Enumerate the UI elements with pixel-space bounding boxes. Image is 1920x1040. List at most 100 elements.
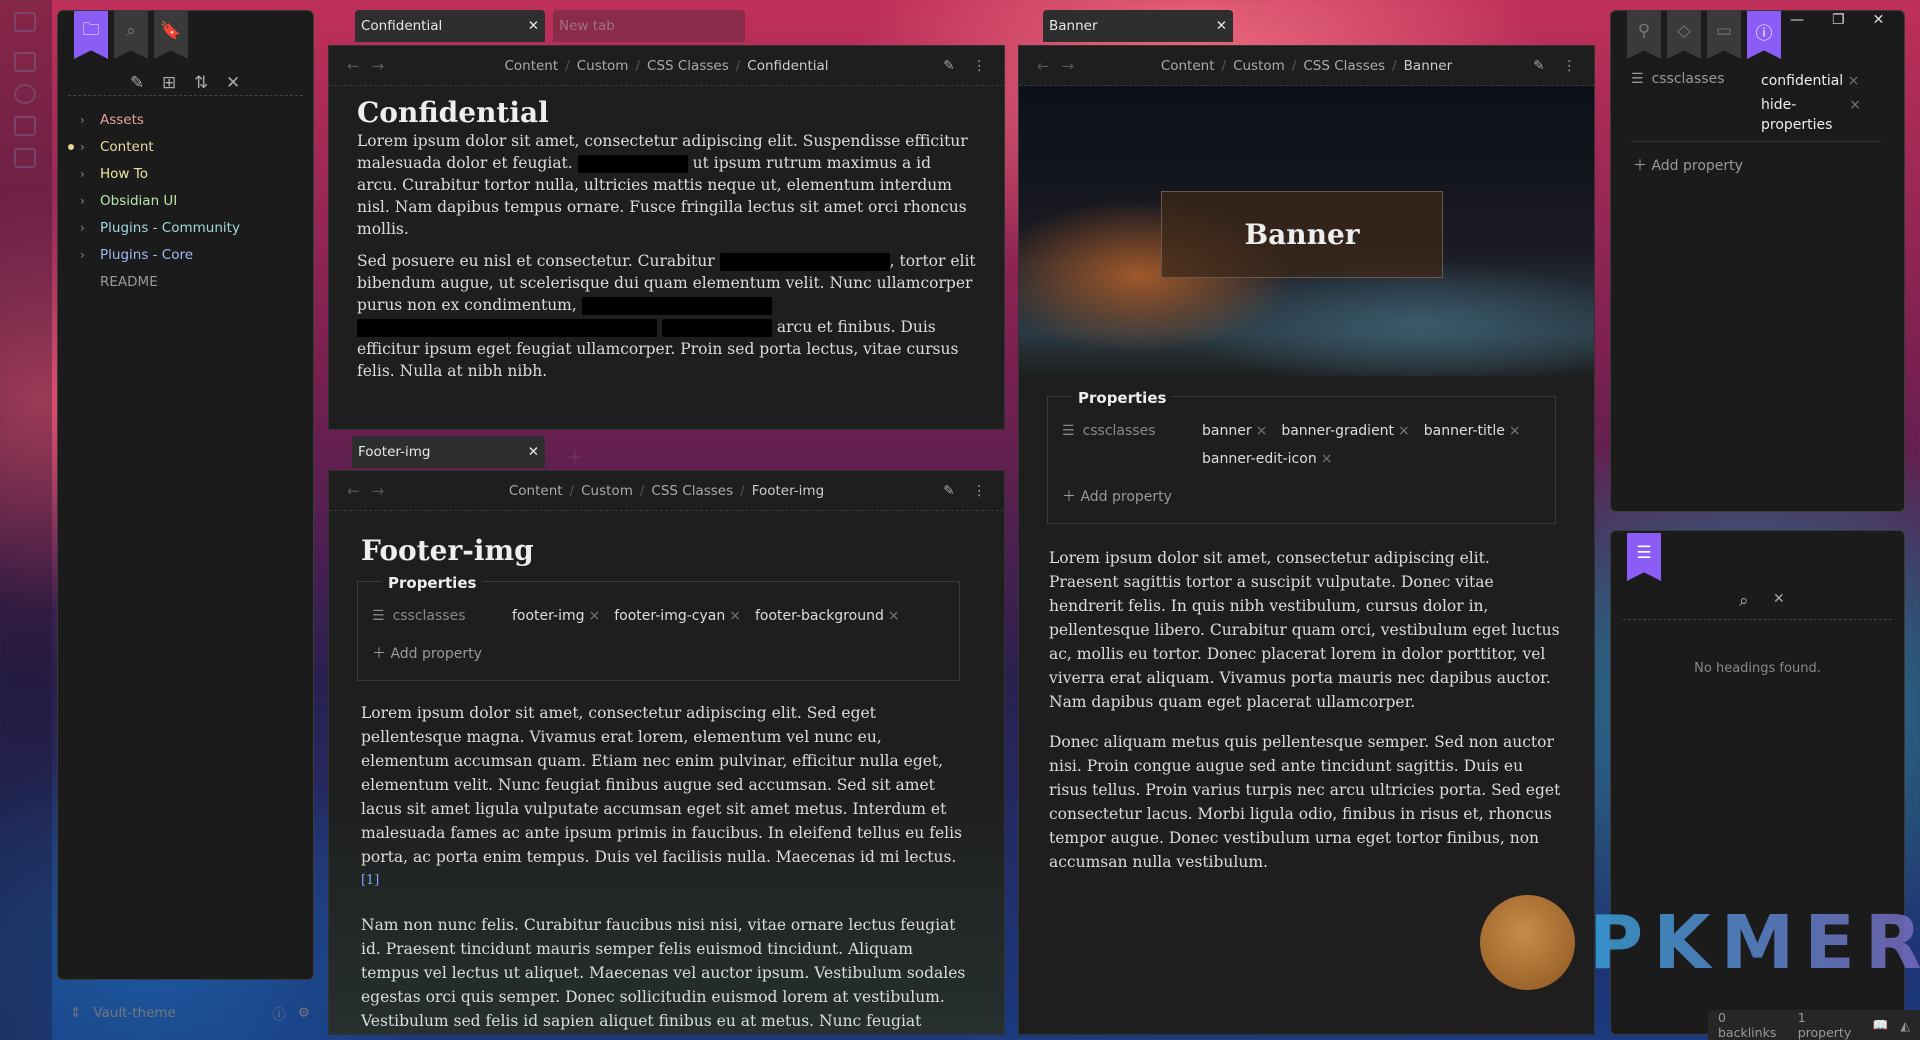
add-property-button[interactable]: ＋ Add property <box>1062 479 1541 515</box>
property-row[interactable]: ☰ cssclasses footer-img × footer-img-cyan × f… <box>372 596 945 636</box>
vault-switcher[interactable]: ⇕ Vault-theme ⓘ ⚙ <box>70 1003 310 1023</box>
close-icon[interactable]: ✕ <box>528 18 539 34</box>
breadcrumb-item[interactable]: Banner <box>1404 58 1453 74</box>
back-forward-icon[interactable]: ←→ <box>347 482 396 500</box>
property-pill[interactable]: banner-title × <box>1424 419 1521 443</box>
calendar-icon[interactable] <box>14 148 36 168</box>
edit-icon[interactable]: ✎ <box>943 483 954 499</box>
property-pill[interactable]: banner × <box>1202 419 1267 443</box>
new-tab-plus-icon[interactable]: ＋ <box>566 444 584 470</box>
breadcrumb-item[interactable]: Content <box>504 58 558 74</box>
close-window-icon[interactable]: ✕ <box>1873 12 1885 28</box>
more-icon[interactable]: ⋮ <box>1563 58 1577 74</box>
remove-icon[interactable]: × <box>1321 451 1333 467</box>
breadcrumb-item[interactable]: CSS Classes <box>651 483 733 499</box>
tab-footer-img[interactable]: Footer-img ✕ <box>352 436 545 468</box>
breadcrumb-item[interactable]: Custom <box>577 58 629 74</box>
graph-icon[interactable] <box>14 84 36 104</box>
tree-item[interactable]: README <box>80 268 240 295</box>
backlinks-count[interactable]: 0 backlinks <box>1718 1010 1786 1040</box>
restore-icon[interactable]: ❐ <box>1832 12 1845 28</box>
chevron-right-icon[interactable]: › <box>80 194 92 208</box>
info-icon[interactable]: ⓘ <box>1747 11 1781 59</box>
property-pill[interactable]: footer-img × <box>512 604 600 628</box>
add-property-button[interactable]: ＋ Add property <box>372 636 945 672</box>
property-pill[interactable]: banner-edit-icon × <box>1202 447 1332 471</box>
chevron-right-icon[interactable]: › <box>80 167 92 181</box>
tree-item[interactable]: › Plugins - Community <box>80 214 240 241</box>
sync-icon[interactable]: ◭ <box>1900 1018 1910 1033</box>
bookmark-icon[interactable]: 🔖 <box>154 11 188 59</box>
breadcrumb-item[interactable]: Confidential <box>747 58 828 74</box>
property-pill[interactable]: footer-background × <box>755 604 900 628</box>
add-property-button[interactable]: ＋ Add property <box>1633 149 1743 181</box>
property-pill[interactable]: banner-gradient × <box>1281 419 1409 443</box>
breadcrumb-item[interactable]: CSS Classes <box>647 58 729 74</box>
breadcrumb-item[interactable]: Content <box>1161 58 1215 74</box>
property-pill[interactable]: hide-properties <box>1761 95 1836 135</box>
canvas-icon[interactable] <box>14 116 36 136</box>
breadcrumb-item[interactable]: Footer-img <box>752 483 824 499</box>
property-pill[interactable]: confidential <box>1761 73 1843 89</box>
search-icon[interactable]: ⌕ <box>1739 591 1749 611</box>
remove-icon[interactable]: × <box>1256 423 1268 439</box>
close-icon[interactable]: ✕ <box>1216 18 1227 34</box>
back-forward-icon[interactable]: ←→ <box>347 57 396 75</box>
minimize-icon[interactable]: — <box>1790 12 1804 28</box>
archive-icon[interactable]: ▭ <box>1707 11 1741 59</box>
edit-icon[interactable]: ✎ <box>1533 58 1544 74</box>
remove-icon[interactable]: × <box>1509 423 1521 439</box>
tab-confidential[interactable]: Confidential ✕ <box>355 10 545 42</box>
remove-icon[interactable]: × <box>589 608 601 624</box>
backlinks-icon[interactable]: ⚲ <box>1627 11 1661 59</box>
tab-new[interactable]: New tab <box>553 10 745 42</box>
edit-icon[interactable]: ✎ <box>943 58 954 74</box>
tags-icon[interactable]: ◇ <box>1667 11 1701 59</box>
tree-item[interactable]: › Obsidian UI <box>80 187 240 214</box>
search-icon[interactable]: ⌕ <box>114 11 148 59</box>
sort-icon[interactable]: ⇅ <box>194 73 208 93</box>
property-values[interactable]: confidential × hide-properties × <box>1761 71 1861 135</box>
breadcrumb-item[interactable]: Custom <box>1233 58 1285 74</box>
breadcrumb-item[interactable]: Content <box>509 483 563 499</box>
breadcrumb-item[interactable]: CSS Classes <box>1303 58 1385 74</box>
outline-icon[interactable]: ☰ <box>1627 533 1661 581</box>
property-row[interactable]: ☰ cssclasses confidential × hide-properti… <box>1631 71 1891 135</box>
page-title: Footer-img <box>361 534 534 567</box>
chevron-right-icon[interactable]: › <box>80 248 92 262</box>
reading-mode-icon[interactable]: 📖 <box>1873 1017 1889 1033</box>
chevron-right-icon[interactable]: › <box>80 113 92 127</box>
new-folder-icon[interactable]: ⊞ <box>162 73 176 93</box>
tree-item[interactable]: › Content <box>68 133 240 160</box>
tab-banner[interactable]: Banner ✕ <box>1043 10 1233 42</box>
files-icon[interactable]: 🗀 <box>74 11 108 59</box>
tree-item[interactable]: › Assets <box>80 106 240 133</box>
help-icon[interactable]: ⓘ <box>272 1003 286 1023</box>
remove-icon[interactable]: × <box>1848 73 1860 89</box>
property-values[interactable]: footer-img × footer-img-cyan × footer-backgr… <box>512 604 945 628</box>
collapse-icon[interactable]: ✕ <box>1773 591 1785 607</box>
gear-icon[interactable]: ⚙ <box>298 1005 310 1021</box>
breadcrumb-item[interactable]: Custom <box>581 483 633 499</box>
tree-item[interactable]: › Plugins - Core <box>80 241 240 268</box>
collapse-icon[interactable]: ✕ <box>226 73 240 93</box>
close-icon[interactable]: ✕ <box>528 444 539 460</box>
chevron-right-icon[interactable]: › <box>80 140 92 154</box>
tree-item[interactable]: › How To <box>80 160 240 187</box>
more-icon[interactable]: ⋮ <box>973 58 987 74</box>
property-pill[interactable]: footer-img-cyan × <box>614 604 741 628</box>
property-row[interactable]: ☰ cssclasses banner × banner-gradient × banne… <box>1062 411 1541 479</box>
new-note-icon[interactable]: ✎ <box>130 73 144 93</box>
remove-icon[interactable]: × <box>1398 423 1410 439</box>
remove-icon[interactable]: × <box>729 608 741 624</box>
back-forward-icon[interactable]: ←→ <box>1037 57 1086 75</box>
more-icon[interactable]: ⋮ <box>973 483 987 499</box>
footnote-link[interactable]: [1] <box>361 873 379 888</box>
chevron-right-icon[interactable]: › <box>80 221 92 235</box>
remove-icon[interactable]: × <box>888 608 900 624</box>
remove-icon[interactable]: × <box>1849 95 1861 135</box>
file-search-icon[interactable] <box>14 52 36 72</box>
property-values[interactable]: banner × banner-gradient × banner-title × bann… <box>1202 419 1541 471</box>
sidebar-toggle-icon[interactable] <box>14 12 36 32</box>
properties-count[interactable]: 1 property <box>1798 1010 1861 1040</box>
